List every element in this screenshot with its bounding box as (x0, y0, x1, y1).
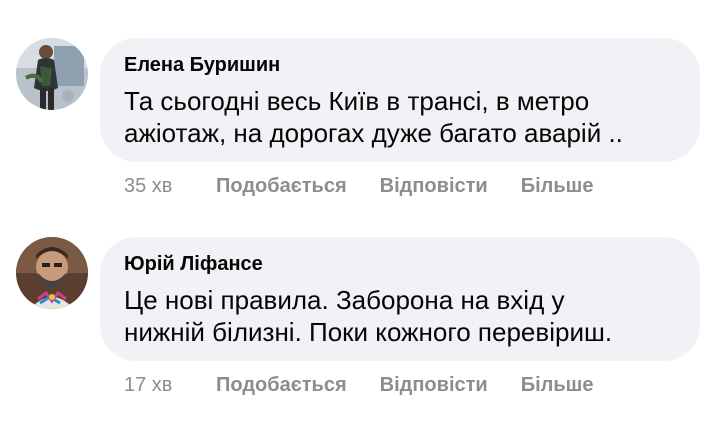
avatar[interactable] (16, 237, 88, 309)
comment-text: Та сьогодні весь Київ в трансі, в метро … (124, 86, 623, 148)
comment-actions: 17 хв Подобається Відповісти Більше (124, 373, 626, 397)
like-button[interactable]: Подобається (216, 174, 347, 198)
comment-author[interactable]: Юрій Ліфансе (124, 252, 676, 276)
comment-timestamp[interactable]: 35 хв (124, 174, 216, 198)
reply-button[interactable]: Відповісти (380, 174, 488, 198)
like-button[interactable]: Подобається (216, 373, 347, 397)
reply-button[interactable]: Відповісти (380, 373, 488, 397)
comment-timestamp[interactable]: 17 хв (124, 373, 216, 397)
comment-text: Це нові правила. Заборона на вхід у нижн… (124, 285, 613, 347)
comment-bubble: Елена Буришин Та сьогодні весь Київ в тр… (100, 38, 700, 162)
comment-bubble: Юрій Ліфансе Це нові правила. Заборона н… (100, 237, 700, 361)
more-button[interactable]: Більше (521, 174, 594, 198)
comment-author[interactable]: Елена Буришин (124, 53, 676, 77)
more-button[interactable]: Більше (521, 373, 594, 397)
avatar[interactable] (16, 38, 88, 110)
comment-actions: 35 хв Подобається Відповісти Більше (124, 174, 626, 198)
